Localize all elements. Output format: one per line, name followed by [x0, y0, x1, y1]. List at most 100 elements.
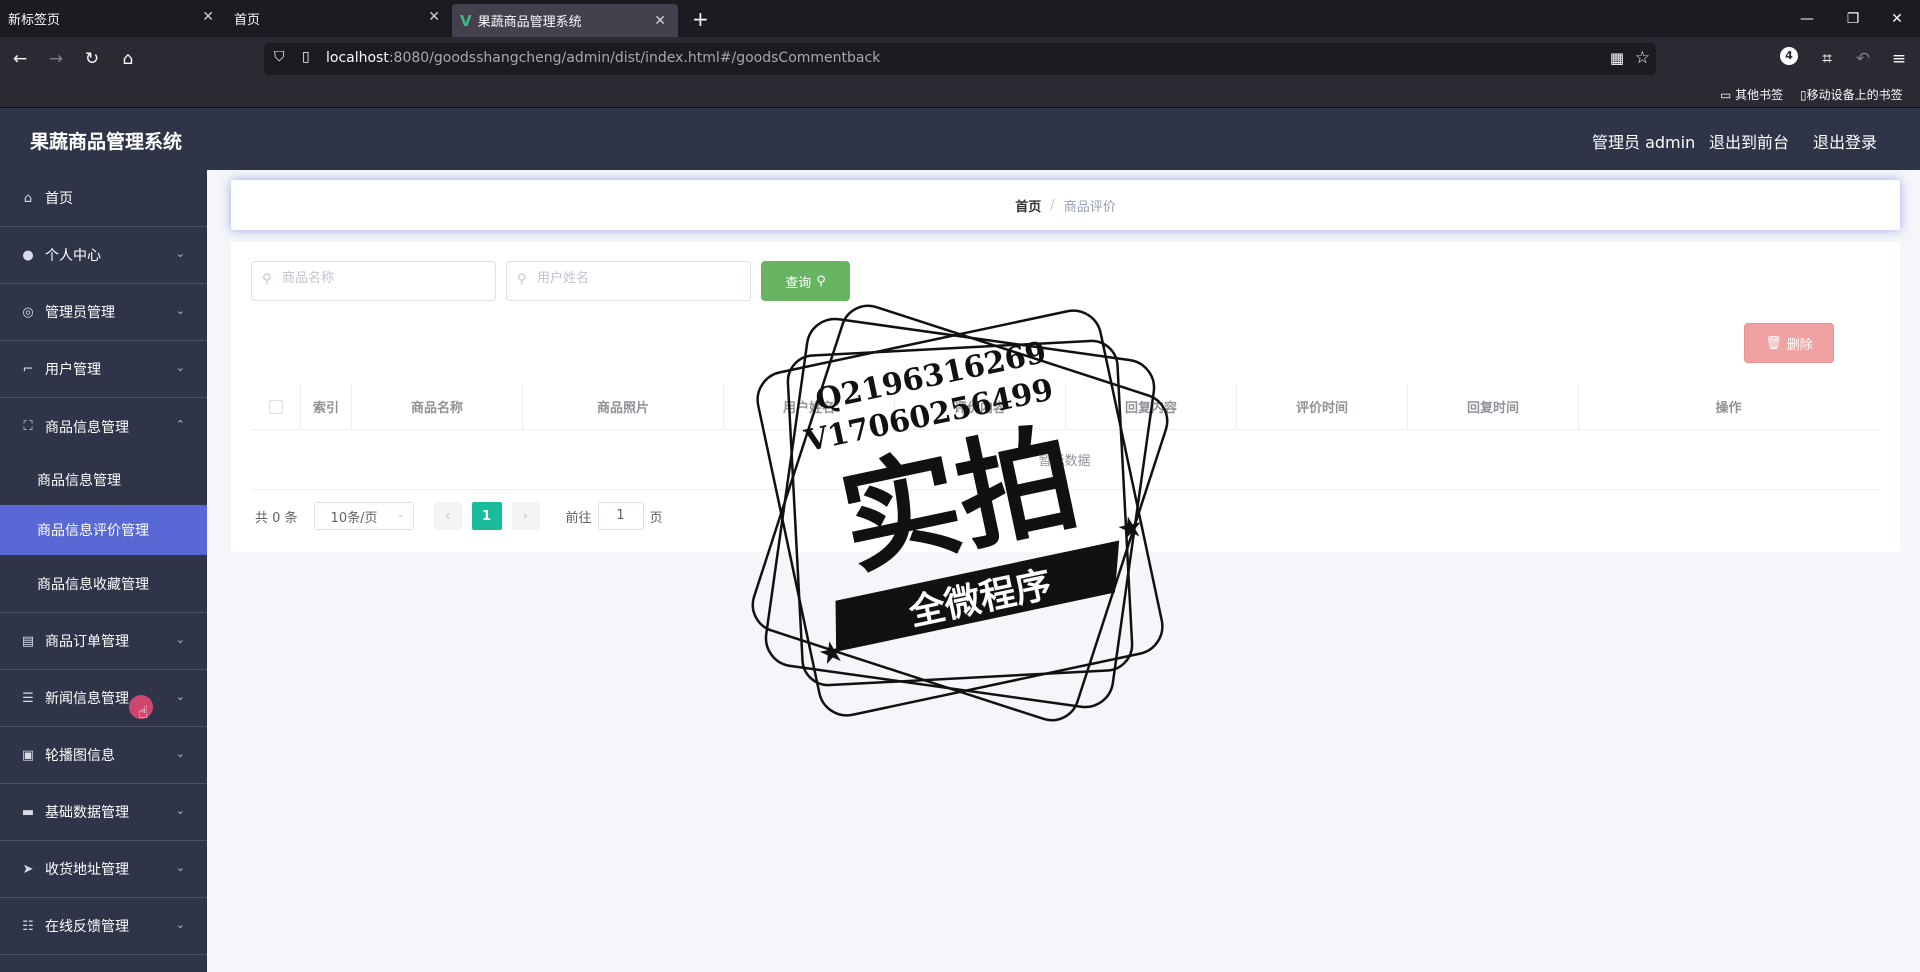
fullscreen-icon: ⛶	[23, 419, 33, 434]
user-name-search[interactable]: ⚲	[506, 261, 751, 301]
goods-name-input[interactable]	[282, 271, 482, 286]
undo-icon[interactable]: ↶	[1851, 47, 1875, 71]
url-path: :8080/goodsshangcheng/admin/dist/index.h…	[388, 50, 881, 66]
folder-icon: ▭	[1720, 88, 1736, 102]
sidebar-item-label: 管理员管理	[45, 305, 115, 321]
sidebar-item-label: 在线反馈管理	[45, 919, 129, 935]
back-icon[interactable]: ←	[8, 47, 32, 71]
submenu-item-goods-info[interactable]: 商品信息管理	[0, 455, 207, 505]
trash-icon: 🗑︎	[1765, 335, 1782, 351]
next-page-button[interactable]: ›	[511, 502, 540, 530]
shield-icon[interactable]: ⛉	[274, 49, 285, 65]
sidebar-item-personal-center[interactable]: ● 个人中心 ⌄	[0, 227, 207, 284]
delete-label: 删除	[1786, 337, 1813, 353]
goods-info-submenu: 商品信息管理 商品信息评价管理 商品信息收藏管理	[0, 455, 207, 613]
tab-title: 果蔬商品管理系统	[477, 15, 582, 30]
sidebar-item-carousel[interactable]: ▣ 轮播图信息 ⌄	[0, 727, 207, 784]
crop-tool-icon[interactable]: ⌗	[1815, 47, 1839, 71]
sidebar-item-label: 基础数据管理	[45, 805, 129, 821]
select-all-checkbox[interactable]	[268, 399, 283, 414]
breadcrumb-current: 商品评价	[1063, 199, 1116, 215]
bookmark-star-icon[interactable]: ☆	[1635, 48, 1650, 68]
submenu-item-goods-collect[interactable]: 商品信息收藏管理	[0, 555, 207, 613]
extension-badge-icon[interactable]: 4	[1780, 47, 1798, 65]
column-header: 回复时间	[1408, 384, 1579, 429]
close-window-icon[interactable]: ✕	[1874, 0, 1920, 37]
exit-to-front-link[interactable]: 退出到前台	[1709, 129, 1789, 153]
sidebar-item-label: 新闻信息管理	[45, 691, 129, 707]
pagination: 共 0 条 10条/页 ⌄ ‹ 1 › 前往 1 页	[255, 502, 663, 530]
home-icon[interactable]: ⌂	[116, 47, 140, 71]
chevron-down-icon: ⌄	[175, 861, 185, 874]
page-info-icon[interactable]: ▯	[302, 49, 310, 65]
chevron-right-icon: ›	[522, 508, 529, 524]
current-page-number[interactable]: 1	[471, 502, 502, 530]
list-icon: ☰	[22, 690, 34, 706]
breadcrumb: 首页 / 商品评价	[231, 180, 1900, 230]
chevron-down-icon: ⌄	[175, 690, 185, 703]
clipboard-icon: ▤	[21, 633, 35, 649]
forward-icon[interactable]: →	[44, 47, 68, 71]
prev-page-button[interactable]: ‹	[433, 502, 462, 530]
search-icon: ⚲	[517, 272, 527, 287]
breadcrumb-home[interactable]: 首页	[1015, 196, 1041, 215]
sidebar-item-feedback[interactable]: ☷ 在线反馈管理 ⌄	[0, 898, 207, 955]
bookmark-label: 其他书签	[1735, 88, 1784, 102]
submenu-item-label: 商品信息评价管理	[37, 523, 149, 539]
submenu-item-label: 商品信息收藏管理	[37, 576, 149, 593]
goods-name-search[interactable]: ⚲	[251, 261, 496, 301]
close-tab-icon[interactable]: ✕	[202, 9, 214, 25]
url-text[interactable]: localhost:8080/goodsshangcheng/admin/dis…	[326, 50, 880, 66]
address-bar[interactable]: ⛉ ▯ localhost:8080/goodsshangcheng/admin…	[264, 43, 1656, 75]
sliders-icon: ☷	[22, 918, 34, 934]
sidebar-item-home[interactable]: ⌂ 首页	[0, 170, 207, 227]
monitor-icon: ▬	[21, 804, 35, 820]
sidebar-item-base-data[interactable]: ▬ 基础数据管理 ⌄	[0, 784, 207, 841]
sidebar-item-address[interactable]: ➤ 收货地址管理 ⌄	[0, 841, 207, 898]
user-icon: ●	[22, 247, 34, 263]
submenu-item-goods-comment[interactable]: 商品信息评价管理	[0, 505, 207, 555]
new-tab-icon[interactable]: +	[692, 7, 709, 31]
goto-page-input[interactable]: 1	[597, 502, 644, 530]
bookmark-folder-mobile[interactable]: ▯移动设备上的书签	[1800, 86, 1903, 103]
sidebar-item-label: 个人中心	[45, 248, 101, 264]
sidebar-item-label: 收货地址管理	[45, 862, 129, 878]
column-header: 操作	[1715, 401, 1742, 416]
sidebar-item-label: 用户管理	[45, 362, 101, 378]
page-size-value: 10条/页	[330, 510, 378, 526]
browser-navbar: ← → ↻ ⌂ ⛉ ▯ localhost:8080/goodsshangche…	[0, 37, 1920, 81]
logout-link[interactable]: 退出登录	[1813, 129, 1877, 153]
close-tab-icon[interactable]: ✕	[428, 9, 440, 25]
menu-icon[interactable]: ≡	[1887, 47, 1911, 71]
minimize-icon[interactable]: —	[1784, 0, 1830, 37]
sidebar-item-admin-management[interactable]: ◎ 管理员管理 ⌄	[0, 284, 207, 341]
column-header: 索引	[301, 384, 352, 429]
qr-code-icon[interactable]: ▦	[1610, 49, 1624, 67]
total-count: 共 0 条	[255, 510, 298, 526]
browser-tab-strip: 新标签页 ✕ 首页 ✕ V 果蔬商品管理系统 ✕ + — ❐ ✕	[0, 0, 1920, 37]
restore-icon[interactable]: ❐	[1830, 0, 1876, 37]
sidebar-item-user-management[interactable]: ⌐ 用户管理 ⌄	[0, 341, 207, 398]
tab-title: 新标签页	[8, 13, 61, 28]
sidebar-item-news-management[interactable]: ☰ 新闻信息管理 ⌄	[0, 670, 207, 727]
sidebar-item-label: 首页	[45, 191, 73, 207]
chevron-down-icon: ⌄	[396, 509, 405, 520]
user-name-input[interactable]	[537, 271, 737, 286]
delete-button[interactable]: 🗑︎ 删除	[1744, 323, 1834, 363]
send-icon: ➤	[22, 861, 34, 877]
page-size-select[interactable]: 10条/页 ⌄	[313, 502, 414, 530]
reload-icon[interactable]: ↻	[80, 47, 104, 71]
browser-tab[interactable]: 首页 ✕	[226, 0, 452, 37]
chevron-down-icon: ⌄	[175, 747, 185, 760]
browser-tab-active[interactable]: V 果蔬商品管理系统 ✕	[452, 4, 678, 37]
browser-tab[interactable]: 新标签页 ✕	[0, 0, 226, 37]
watermark-stamp: Q2196316269 V17060256499 实拍 全微程序 ★ ★	[751, 304, 1169, 722]
bookmark-folder-other[interactable]: ▭ 其他书签	[1720, 86, 1783, 103]
star-icon: ★	[1114, 508, 1148, 548]
bookmark-label: 移动设备上的书签	[1806, 88, 1903, 102]
close-tab-icon[interactable]: ✕	[654, 13, 666, 29]
app-title: 果蔬商品管理系统	[30, 131, 183, 153]
chevron-down-icon: ⌄	[175, 804, 185, 817]
sidebar-item-order-management[interactable]: ▤ 商品订单管理 ⌄	[0, 613, 207, 670]
sidebar-item-goods-info[interactable]: ⛶ 商品信息管理 ⌃	[0, 398, 207, 455]
